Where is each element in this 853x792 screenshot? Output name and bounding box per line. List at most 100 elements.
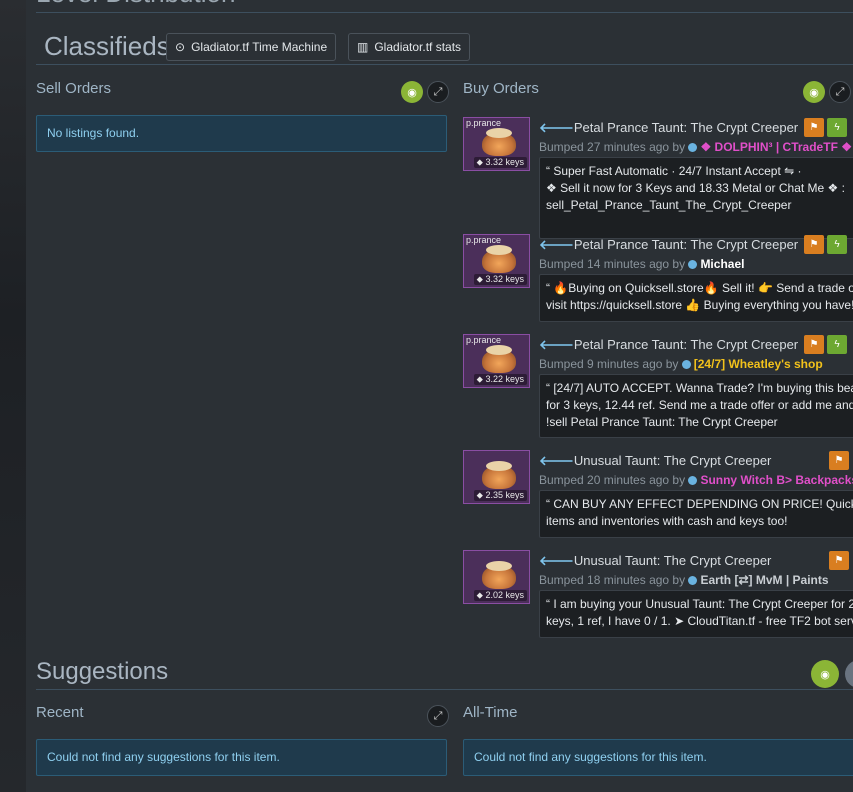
sell-orders-empty-notice: No listings found. [36,115,447,152]
listing-message-line: “ [24/7] AUTO ACCEPT. Wanna Trade? I'm b… [546,381,853,395]
expand-icon: ⤢ [433,85,443,98]
item-thumbnail[interactable]: ⬥ 2.02 keys [463,550,530,604]
arrow-left-icon: 🡐 [539,453,574,468]
listing-meta: Bumped 27 minutes ago by ❖ DOLPHIN³ | CT… [539,140,852,154]
listing-badges: ⚑ [829,451,849,470]
listing-badges: ⚑ ϟ [804,335,847,354]
listing-message: “ Super Fast Automatic · 24/7 Instant Ac… [539,157,853,239]
all-time-title: All-Time [463,704,518,721]
listing-item: ⬥ 2.02 keys 🡐Unusual Taunt: The Crypt Cr… [463,549,853,659]
suggestions-header: Suggestions [36,654,853,690]
listing-title[interactable]: 🡐Petal Prance Taunt: The Crypt Creeper [539,237,798,253]
listing-user[interactable]: Sunny Witch B> Backpacks! [700,473,853,487]
recent-expand-button[interactable]: ⤢ [427,705,449,727]
item-thumbnail[interactable]: p.prance ⬥ 3.32 keys [463,234,530,288]
item-price: ⬥ 3.32 keys [473,274,527,285]
item-thumbnail[interactable]: p.prance ⬥ 3.32 keys [463,117,530,171]
level-distribution-header: Level Distribution [36,0,853,13]
listing-bumped: Bumped 14 minutes ago by [539,257,686,271]
page-background-left [0,0,26,792]
item-price: ⬥ 2.02 keys [473,590,527,601]
listing-bumped: Bumped 20 minutes ago by [539,473,686,487]
expand-icon: ⤢ [433,709,443,722]
status-dot-icon [688,143,698,152]
listing-message: “ [24/7] AUTO ACCEPT. Wanna Trade? I'm b… [539,374,853,438]
listing-title[interactable]: 🡐Petal Prance Taunt: The Crypt Creeper [539,337,798,353]
listing-user[interactable]: [24/7] Wheatley's shop [694,357,823,371]
eye-icon: ◉ [407,86,417,99]
listing-bumped: Bumped 9 minutes ago by [539,357,679,371]
clock-icon: ⊙ [175,40,186,54]
level-distribution-title: Level Distribution [36,0,235,9]
eye-icon: ◉ [820,668,830,681]
stats-label: Gladiator.tf stats [374,40,462,54]
taunt-image [482,561,516,589]
item-price: ⬥ 3.22 keys [473,374,527,385]
listing-message: “ CAN BUY ANY EFFECT DEPENDING ON PRICE!… [539,490,853,538]
flag-icon[interactable]: ⚑ [829,551,849,570]
status-dot-icon [688,476,698,485]
item-thumbnail[interactable]: p.prance ⬥ 3.22 keys [463,334,530,388]
buy-toggle-visibility-button[interactable]: ◉ [803,81,825,103]
item-thumbnail[interactable]: ⬥ 2.35 keys [463,450,530,504]
taunt-image [482,345,516,373]
listing-badges: ⚑ ϟ [804,118,847,137]
flag-icon[interactable]: ⚑ [804,118,824,137]
sell-empty-text: No listings found. [47,126,140,140]
buy-expand-button[interactable]: ⤢ [829,81,851,103]
taunt-image [482,245,516,273]
classifieds-header: Classifieds ⊙ Gladiator.tf Time Machine … [36,28,853,65]
listing-meta: Bumped 20 minutes ago by Sunny Witch B> … [539,473,853,487]
listing-item: ⬥ 2.35 keys 🡐Unusual Taunt: The Crypt Cr… [463,449,853,559]
arrow-left-icon: 🡐 [539,120,574,135]
item-tag: p.prance [466,118,502,128]
item-price: ⬥ 3.32 keys [473,157,527,168]
bolt-icon[interactable]: ϟ [827,335,847,354]
listing-message-line: items and inventories with cash and keys… [546,514,788,528]
bar-chart-icon: ▥ [357,40,369,54]
sell-toggle-visibility-button[interactable]: ◉ [401,81,423,103]
bolt-icon[interactable]: ϟ [827,118,847,137]
listing-message-line: keys, 1 ref, I have 0 / 1. ➤ CloudTitan.… [546,614,853,628]
listing-meta: Bumped 14 minutes ago by Michael [539,257,744,271]
flag-icon[interactable]: ⚑ [804,235,824,254]
listing-message-line: !sell Petal Prance Taunt: The Crypt Cree… [546,415,778,429]
listing-badges: ⚑ ϟ [804,235,847,254]
listing-bumped: Bumped 27 minutes ago by [539,140,686,154]
recent-empty-text: Could not find any suggestions for this … [47,750,280,764]
status-dot-icon [681,360,691,369]
listing-title[interactable]: 🡐Petal Prance Taunt: The Crypt Creeper [539,120,798,136]
sell-orders-title: Sell Orders [36,80,112,97]
taunt-image [482,461,516,489]
listing-user[interactable]: ❖ DOLPHIN³ | CTradeTF ❖ [700,140,852,154]
classifieds-title: Classifieds [44,31,170,61]
time-machine-button[interactable]: ⊙ Gladiator.tf Time Machine [166,33,337,61]
arrow-left-icon: 🡐 [539,337,574,352]
recent-title: Recent [36,704,84,721]
flag-icon[interactable]: ⚑ [829,451,849,470]
listing-message-line: “ I am buying your Unusual Taunt: The Cr… [546,597,853,611]
listing-message: “ 🔥Buying on Quicksell.store🔥 Sell it! 👉… [539,274,853,322]
listing-user[interactable]: Earth [⇄] MvM | Paints [700,573,828,587]
main-panel: Level Distribution Classifieds ⊙ Gladiat… [26,0,853,792]
status-dot-icon [688,260,698,269]
listing-title[interactable]: 🡐Unusual Taunt: The Crypt Creeper [539,453,771,469]
flag-icon[interactable]: ⚑ [804,335,824,354]
all-time-empty-text: Could not find any suggestions for this … [474,750,707,764]
listing-message: “ I am buying your Unusual Taunt: The Cr… [539,590,853,638]
buy-orders-title: Buy Orders [463,80,539,97]
expand-icon: ⤢ [835,85,845,98]
suggestions-toggle-visibility-button[interactable]: ◉ [811,660,839,688]
listing-message-line: visit https://quicksell.store 👍 Buying e… [546,298,853,312]
bolt-icon[interactable]: ϟ [827,235,847,254]
listing-message-line: for 3 keys, 12.44 ref. Send me a trade o… [546,398,853,412]
listing-message-line: ❖ Sell it now for 3 Keys and 18.33 Metal… [546,181,845,195]
listing-message-line: “ CAN BUY ANY EFFECT DEPENDING ON PRICE!… [546,497,853,511]
eye-icon: ◉ [809,86,819,99]
listing-message-line: “ 🔥Buying on Quicksell.store🔥 Sell it! 👉… [546,281,853,295]
listing-user[interactable]: Michael [700,257,744,271]
sell-expand-button[interactable]: ⤢ [427,81,449,103]
listing-title[interactable]: 🡐Unusual Taunt: The Crypt Creeper [539,553,771,569]
stats-button[interactable]: ▥ Gladiator.tf stats [348,33,471,61]
arrow-left-icon: 🡐 [539,553,574,568]
